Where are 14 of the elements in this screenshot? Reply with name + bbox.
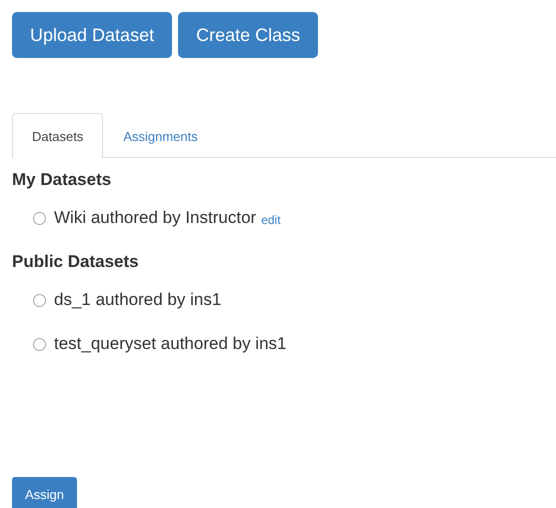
- dataset-label: test_queryset authored by ins1: [54, 334, 286, 354]
- tab[interactable]: Assignments: [103, 113, 218, 158]
- radio-button[interactable]: [33, 212, 46, 224]
- radio-button[interactable]: [33, 294, 46, 306]
- radio-button[interactable]: [33, 338, 46, 350]
- action-button[interactable]: Upload Dataset: [12, 12, 172, 58]
- section-heading: My Datasets: [12, 170, 112, 190]
- dataset-label: ds_1 authored by ins1: [54, 290, 222, 310]
- edit-link[interactable]: edit: [261, 212, 281, 226]
- section-heading: Public Datasets: [12, 252, 140, 272]
- assign-button[interactable]: Assign: [12, 477, 78, 508]
- tab[interactable]: Datasets: [12, 113, 104, 158]
- action-button[interactable]: Create Class: [178, 12, 318, 58]
- dataset-label: Wiki authored by Instructor: [54, 208, 256, 228]
